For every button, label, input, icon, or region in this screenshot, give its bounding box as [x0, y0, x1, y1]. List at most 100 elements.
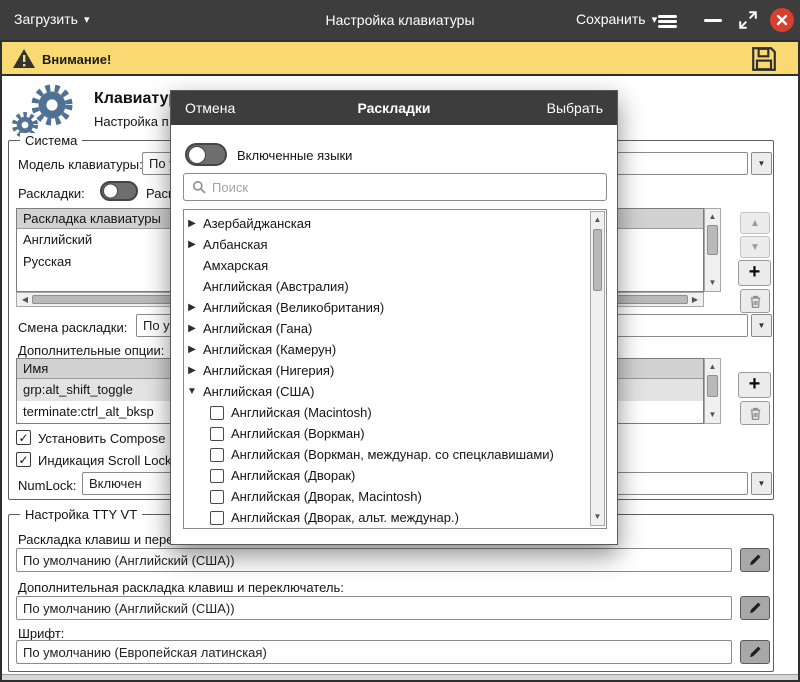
chevron-down-icon: ▼ — [758, 159, 766, 168]
keyboard-model-dropdown-button[interactable]: ▼ — [751, 152, 772, 175]
save-menu-label: Сохранить — [576, 11, 646, 27]
language-variant-item[interactable]: Английская (Воркман) — [186, 423, 586, 444]
language-label: Английская (Гана) — [203, 321, 312, 336]
language-variant-item[interactable]: Английская (Дворак, альт. междунар.) — [186, 507, 586, 528]
move-layout-up-button[interactable]: ▲ — [740, 212, 770, 234]
layout-switching-dropdown-button[interactable]: ▼ — [751, 314, 772, 337]
compose-checkbox[interactable]: ✓ — [16, 430, 31, 445]
checkmark-icon: ✓ — [18, 432, 28, 444]
expand-arrow-icon[interactable]: ▶ — [186, 323, 198, 334]
minimize-button[interactable] — [704, 14, 722, 26]
edit-tty-font-button[interactable] — [740, 640, 770, 664]
edit-tty-extra-layout-button[interactable] — [740, 596, 770, 620]
edit-tty-layout-button[interactable] — [740, 548, 770, 572]
system-legend: Система — [20, 133, 82, 148]
keyboard-settings-window: Загрузить ▾ Настройка клавиатуры Сохрани… — [0, 0, 800, 682]
toggle-knob-icon — [188, 146, 206, 164]
numlock-label: NumLock: — [18, 478, 77, 493]
language-list-vscrollbar[interactable]: ▲ ▼ — [590, 211, 605, 526]
language-tree-item[interactable]: Амхарская — [186, 255, 586, 276]
add-layout-button[interactable]: + — [738, 260, 771, 286]
language-tree-item[interactable]: ▶ Английская (Нигерия) — [186, 360, 586, 381]
search-box[interactable] — [183, 173, 607, 201]
warning-text: Внимание! — [42, 52, 111, 67]
page-subtitle: Настройка п — [94, 114, 169, 129]
variant-checkbox[interactable] — [210, 427, 224, 441]
layouts-toggle[interactable] — [100, 181, 138, 201]
layout-switching-label: Смена раскладки: — [18, 320, 127, 335]
delete-option-button[interactable] — [740, 401, 770, 425]
language-tree-item[interactable]: ▶ Английская (Гана) — [186, 318, 586, 339]
expand-arrow-icon[interactable]: ▶ — [186, 365, 198, 376]
layouts-label: Раскладки: — [18, 186, 85, 201]
scroll-left-icon: ◀ — [19, 293, 31, 306]
add-option-button[interactable]: + — [738, 372, 771, 398]
language-tree-item[interactable]: Английская (Австралия) — [186, 276, 586, 297]
scroll-down-icon: ▼ — [705, 408, 720, 422]
search-input[interactable] — [212, 180, 598, 195]
hamburger-icon — [658, 20, 677, 23]
chevron-down-icon: ▾ — [652, 13, 658, 26]
chevron-down-icon: ▼ — [758, 479, 766, 488]
save-file-button[interactable] — [750, 45, 778, 78]
checkmark-icon: ✓ — [18, 454, 28, 466]
language-tree-item[interactable]: ▼ Английская (США) — [186, 381, 586, 402]
save-menu-button[interactable]: Сохранить ▾ — [576, 11, 657, 27]
language-variant-item[interactable]: Английская (Воркман, междунар. со спецкл… — [186, 444, 586, 465]
language-label: Английская (США) — [203, 384, 314, 399]
expand-arrow-icon[interactable]: ▶ — [186, 239, 198, 250]
plus-icon: + — [749, 262, 761, 282]
language-label: Азербайджанская — [203, 216, 311, 231]
language-label: Английская (Нигерия) — [203, 363, 334, 378]
variant-checkbox[interactable] — [210, 406, 224, 420]
arrow-down-icon: ▼ — [750, 242, 760, 253]
language-label: Английская (Дворак, альт. междунар.) — [231, 510, 459, 525]
scrollbar-thumb[interactable] — [707, 225, 718, 255]
language-tree-item[interactable]: ▶ Английская (Камерун) — [186, 339, 586, 360]
variant-checkbox[interactable] — [210, 511, 224, 525]
tty-extra-layout-field[interactable]: По умолчанию (Английский (США)) — [16, 596, 732, 620]
language-tree-item[interactable]: ▶ Азербайджанская — [186, 213, 586, 234]
language-tree-item[interactable]: ▶ Английская (Великобритания) — [186, 297, 586, 318]
language-variant-item[interactable]: Английская (Дворак) — [186, 465, 586, 486]
language-label: Английская (Камерун) — [203, 342, 336, 357]
scrollbar-thumb[interactable] — [593, 229, 602, 291]
plus-icon: + — [749, 374, 761, 394]
scrolllock-checkbox[interactable]: ✓ — [16, 452, 31, 467]
expand-arrow-icon[interactable]: ▶ — [186, 344, 198, 355]
scrollbar-thumb[interactable] — [707, 375, 718, 397]
arrow-up-icon: ▲ — [750, 218, 760, 229]
window-title: Настройка клавиатуры — [0, 12, 800, 28]
language-tree-item[interactable]: ▶Албанская — [186, 234, 586, 255]
dialog-select-button[interactable]: Выбрать — [547, 100, 603, 116]
language-variant-item[interactable]: Английская (Дворак, Macintosh) — [186, 486, 586, 507]
delete-layout-button[interactable] — [740, 289, 770, 313]
enabled-languages-toggle[interactable] — [185, 143, 227, 166]
move-layout-down-button[interactable]: ▼ — [740, 236, 770, 258]
numlock-dropdown-button[interactable]: ▼ — [751, 472, 772, 495]
layout-list-vscrollbar[interactable]: ▲ ▼ — [704, 208, 721, 292]
expand-arrow-icon[interactable]: ▶ — [186, 218, 198, 229]
close-button[interactable] — [770, 8, 794, 32]
floppy-save-icon — [750, 45, 778, 73]
expand-arrow-icon[interactable]: ▶ — [186, 302, 198, 313]
window-border — [0, 40, 2, 682]
language-label: Английская (Воркман, междунар. со спецкл… — [231, 447, 554, 462]
variant-checkbox[interactable] — [210, 448, 224, 462]
tty-legend: Настройка TTY VT — [20, 507, 142, 522]
variant-checkbox[interactable] — [210, 490, 224, 504]
scroll-up-icon: ▲ — [591, 213, 604, 227]
language-tree-list: ▶ Азербайджанская ▶Албанская Амхарская Ан… — [183, 209, 607, 529]
language-variant-item[interactable]: Английская (Macintosh) — [186, 402, 586, 423]
language-label: Английская (Великобритания) — [203, 300, 384, 315]
expand-button[interactable] — [738, 10, 758, 35]
trash-icon — [748, 294, 763, 309]
menu-button[interactable] — [658, 13, 677, 30]
pencil-icon — [748, 601, 762, 615]
dialog-header: Отмена Раскладки Выбрать — [171, 91, 617, 125]
collapse-arrow-icon[interactable]: ▼ — [186, 386, 198, 397]
options-table-vscrollbar[interactable]: ▲ ▼ — [704, 358, 721, 424]
tty-layout-field[interactable]: По умолчанию (Английский (США)) — [16, 548, 732, 572]
tty-font-field[interactable]: По умолчанию (Европейская латинская) — [16, 640, 732, 664]
variant-checkbox[interactable] — [210, 469, 224, 483]
